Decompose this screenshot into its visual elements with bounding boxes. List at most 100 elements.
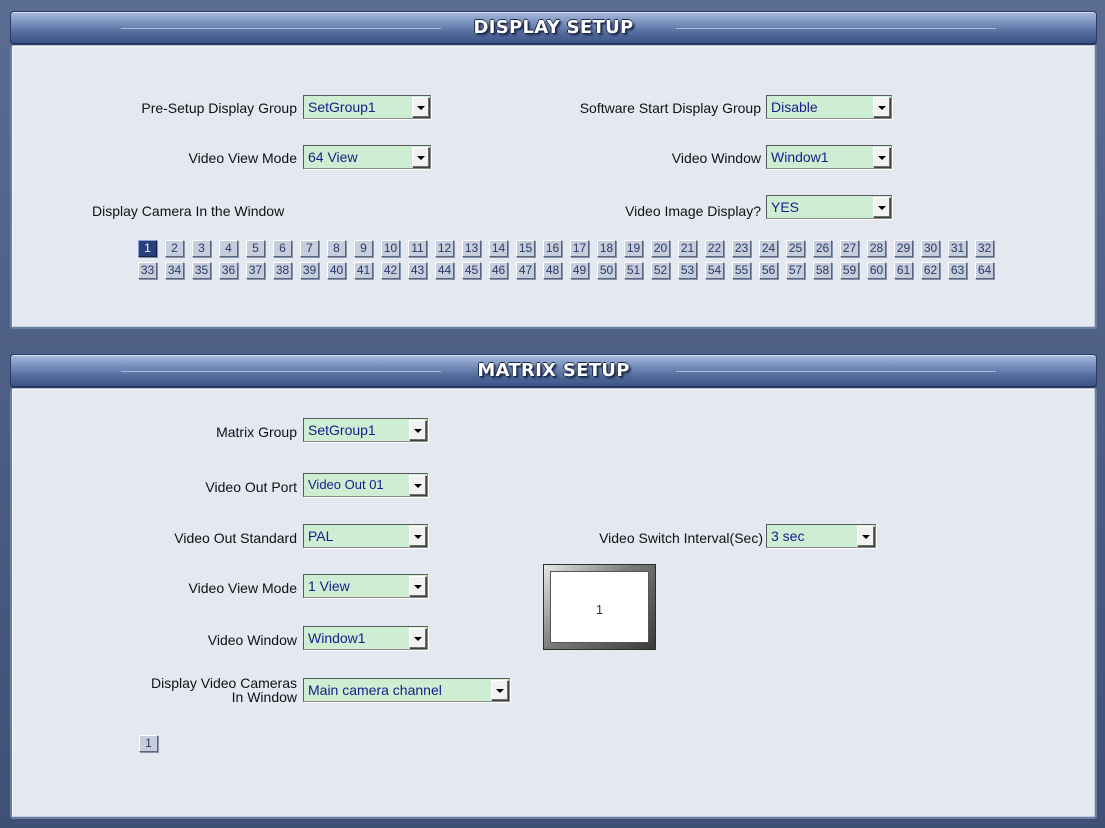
camera-button-8[interactable]: 8	[327, 240, 346, 257]
camera-button-36[interactable]: 36	[219, 262, 238, 279]
camera-button-25[interactable]: 25	[786, 240, 805, 257]
camera-button-52[interactable]: 52	[651, 262, 670, 279]
camera-button-32[interactable]: 32	[975, 240, 994, 257]
camera-button-21[interactable]: 21	[678, 240, 697, 257]
chevron-down-icon[interactable]	[873, 97, 890, 117]
camera-button-31[interactable]: 31	[948, 240, 967, 257]
chevron-down-icon[interactable]	[873, 197, 890, 217]
camera-button-46[interactable]: 46	[489, 262, 508, 279]
camera-button-24[interactable]: 24	[759, 240, 778, 257]
camera-button-9[interactable]: 9	[354, 240, 373, 257]
camera-button-33[interactable]: 33	[138, 262, 157, 279]
camera-button-49[interactable]: 49	[570, 262, 589, 279]
camera-button-41[interactable]: 41	[354, 262, 373, 279]
camera-button-62[interactable]: 62	[921, 262, 940, 279]
camera-button-45[interactable]: 45	[462, 262, 481, 279]
camera-button-43[interactable]: 43	[408, 262, 427, 279]
camera-button-13[interactable]: 13	[462, 240, 481, 257]
video-switch-interval-select[interactable]: 3 sec	[766, 524, 876, 548]
matrix-group-select[interactable]: SetGroup1	[303, 418, 428, 442]
matrix-camera-grid: 1	[139, 735, 179, 755]
camera-button-18[interactable]: 18	[597, 240, 616, 257]
camera-button-30[interactable]: 30	[921, 240, 940, 257]
camera-button-51[interactable]: 51	[624, 262, 643, 279]
camera-button-42[interactable]: 42	[381, 262, 400, 279]
camera-button-59[interactable]: 59	[840, 262, 859, 279]
software-start-group-value: Disable	[771, 99, 818, 115]
camera-button-34[interactable]: 34	[165, 262, 184, 279]
chevron-down-icon[interactable]	[409, 576, 426, 596]
camera-button-29[interactable]: 29	[894, 240, 913, 257]
chevron-down-icon[interactable]	[409, 420, 426, 440]
software-start-group-select[interactable]: Disable	[766, 95, 892, 119]
matrix-group-value: SetGroup1	[308, 422, 376, 438]
chevron-down-icon[interactable]	[409, 475, 426, 495]
camera-button-1[interactable]: 1	[138, 240, 157, 257]
camera-button-40[interactable]: 40	[327, 262, 346, 279]
chevron-down-icon[interactable]	[409, 526, 426, 546]
camera-button-57[interactable]: 57	[786, 262, 805, 279]
video-image-display-select[interactable]: YES	[766, 195, 892, 219]
camera-button-2[interactable]: 2	[165, 240, 184, 257]
camera-button-37[interactable]: 37	[246, 262, 265, 279]
chevron-down-icon[interactable]	[873, 147, 890, 167]
camera-button-47[interactable]: 47	[516, 262, 535, 279]
camera-button-60[interactable]: 60	[867, 262, 886, 279]
camera-button-10[interactable]: 10	[381, 240, 400, 257]
camera-button-53[interactable]: 53	[678, 262, 697, 279]
camera-button-44[interactable]: 44	[435, 262, 454, 279]
camera-button-50[interactable]: 50	[597, 262, 616, 279]
camera-button-23[interactable]: 23	[732, 240, 751, 257]
video-view-mode-label: Video View Mode	[188, 150, 297, 166]
camera-button-16[interactable]: 16	[543, 240, 562, 257]
camera-button-19[interactable]: 19	[624, 240, 643, 257]
camera-button-3[interactable]: 3	[192, 240, 211, 257]
matrix-video-window-select[interactable]: Window1	[303, 626, 428, 650]
camera-button-1[interactable]: 1	[139, 735, 158, 752]
camera-button-64[interactable]: 64	[975, 262, 994, 279]
camera-button-6[interactable]: 6	[273, 240, 292, 257]
camera-button-28[interactable]: 28	[867, 240, 886, 257]
chevron-down-icon[interactable]	[857, 526, 874, 546]
chevron-down-icon[interactable]	[412, 147, 429, 167]
pre-setup-group-select[interactable]: SetGroup1	[303, 95, 431, 119]
camera-button-56[interactable]: 56	[759, 262, 778, 279]
camera-button-58[interactable]: 58	[813, 262, 832, 279]
chevron-down-icon[interactable]	[412, 97, 429, 117]
camera-button-20[interactable]: 20	[651, 240, 670, 257]
chevron-down-icon[interactable]	[491, 680, 508, 700]
matrix-video-window-value: Window1	[308, 630, 366, 646]
chevron-down-icon[interactable]	[409, 628, 426, 648]
camera-button-54[interactable]: 54	[705, 262, 724, 279]
camera-button-63[interactable]: 63	[948, 262, 967, 279]
matrix-video-view-mode-select[interactable]: 1 View	[303, 574, 428, 598]
camera-button-61[interactable]: 61	[894, 262, 913, 279]
camera-button-39[interactable]: 39	[300, 262, 319, 279]
camera-button-48[interactable]: 48	[543, 262, 562, 279]
camera-button-55[interactable]: 55	[732, 262, 751, 279]
video-window-select[interactable]: Window1	[766, 145, 892, 169]
camera-button-27[interactable]: 27	[840, 240, 859, 257]
video-window-preview[interactable]: 1	[543, 564, 656, 650]
camera-button-22[interactable]: 22	[705, 240, 724, 257]
camera-button-14[interactable]: 14	[489, 240, 508, 257]
video-out-port-value: Video Out 01	[308, 477, 384, 492]
video-out-port-select[interactable]: Video Out 01	[303, 473, 428, 497]
camera-button-26[interactable]: 26	[813, 240, 832, 257]
camera-button-38[interactable]: 38	[273, 262, 292, 279]
video-out-standard-label: Video Out Standard	[174, 530, 297, 546]
display-video-cameras-label-line1: Display Video Cameras	[150, 675, 297, 691]
display-video-cameras-select[interactable]: Main camera channel	[303, 678, 510, 702]
camera-button-7[interactable]: 7	[300, 240, 319, 257]
camera-button-5[interactable]: 5	[246, 240, 265, 257]
camera-button-35[interactable]: 35	[192, 262, 211, 279]
camera-button-17[interactable]: 17	[570, 240, 589, 257]
camera-button-11[interactable]: 11	[408, 240, 427, 257]
camera-button-15[interactable]: 15	[516, 240, 535, 257]
software-start-group-label: Software Start Display Group	[579, 100, 761, 116]
video-out-standard-select[interactable]: PAL	[303, 524, 428, 548]
video-view-mode-select[interactable]: 64 View	[303, 145, 431, 169]
preview-window-cell[interactable]: 1	[550, 571, 649, 643]
camera-button-4[interactable]: 4	[219, 240, 238, 257]
camera-button-12[interactable]: 12	[435, 240, 454, 257]
